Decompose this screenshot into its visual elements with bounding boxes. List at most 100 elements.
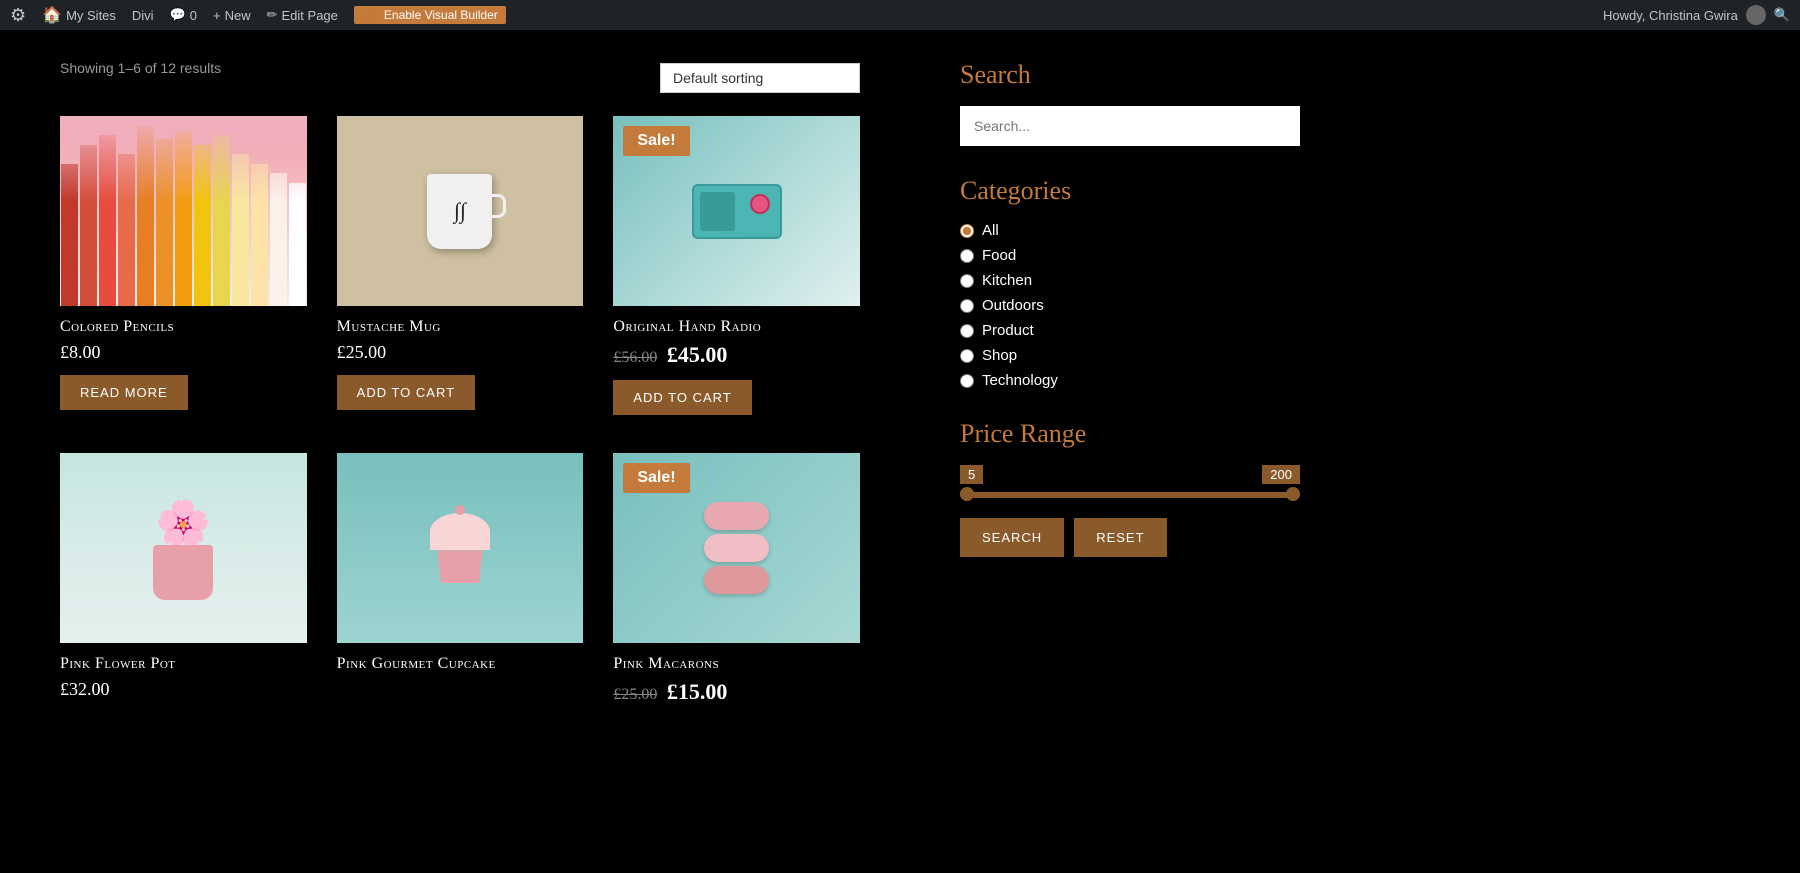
howdy-text: Howdy, Christina Gwira: [1603, 8, 1738, 23]
add-to-cart-mustache-mug[interactable]: ADD TO CART: [337, 375, 475, 410]
price-range-section: Price Range 5 200 SEARCH RESET: [960, 419, 1300, 557]
comment-count: 0: [190, 8, 197, 23]
product-price-pink-flower-pot: £32.00: [60, 679, 307, 700]
divi-label: Divi: [132, 8, 154, 23]
mug-art: ∫∫: [337, 116, 584, 306]
price-range-labels: 5 200: [960, 465, 1300, 484]
sale-badge-pink-macarons: Sale!: [623, 463, 689, 493]
sale-badge-original-hand-radio: Sale!: [623, 126, 689, 156]
user-info: Howdy, Christina Gwira 🔍: [1603, 5, 1790, 25]
category-radio-food[interactable]: [960, 249, 974, 263]
new-content-button[interactable]: + New: [213, 8, 251, 23]
price-old-pink-macarons: £25.00: [613, 686, 657, 703]
range-slider-thumb-left[interactable]: [960, 487, 974, 501]
product-image-colored-pencils: [60, 116, 307, 306]
category-label-product: Product: [982, 322, 1034, 339]
comment-icon: 💬: [170, 7, 186, 23]
admin-bar: ⚙ 🏠 My Sites Divi 💬 0 + New ✏ Edit Page …: [0, 0, 1800, 30]
mug-handle: [492, 194, 506, 218]
my-sites-label: My Sites: [66, 8, 116, 23]
add-to-cart-original-hand-radio[interactable]: ADD TO CART: [613, 380, 751, 415]
showing-results: Showing 1–6 of 12 results: [60, 60, 221, 76]
radio-body: [692, 184, 782, 239]
product-card-pink-flower-pot: 🌸 Pink Flower Pot £32.00: [60, 453, 307, 725]
pencil-icon: ✏: [267, 7, 278, 23]
macaron-stack: [704, 502, 769, 594]
category-radio-all[interactable]: [960, 224, 974, 238]
cupcake-bottom: [435, 550, 485, 583]
cupcake-art: [337, 453, 584, 643]
category-label-shop: Shop: [982, 347, 1017, 364]
category-radio-outdoors[interactable]: [960, 299, 974, 313]
flower-emoji: 🌸: [155, 497, 211, 550]
category-item-food[interactable]: Food: [960, 247, 1300, 264]
price-pink-flower-pot: £32.00: [60, 679, 110, 699]
divi-circle-icon: [362, 8, 376, 22]
category-item-product[interactable]: Product: [960, 322, 1300, 339]
product-card-pink-macarons: Sale! Pink Macarons £25.00 £15.00: [613, 453, 860, 725]
product-price-mustache-mug: £25.00: [337, 342, 584, 363]
sort-select[interactable]: Default sorting Sort by popularity Sort …: [660, 63, 860, 93]
divi-menu[interactable]: Divi: [132, 8, 154, 23]
wp-logo[interactable]: ⚙: [10, 5, 26, 26]
flower-pot-shape: [153, 545, 213, 600]
product-name-mustache-mug: Mustache Mug: [337, 318, 584, 336]
category-item-shop[interactable]: Shop: [960, 347, 1300, 364]
flower-art: 🌸: [60, 453, 307, 643]
reset-button[interactable]: RESET: [1074, 518, 1166, 557]
category-item-outdoors[interactable]: Outdoors: [960, 297, 1300, 314]
user-avatar: [1746, 5, 1766, 25]
mug-mustache: ∫∫: [454, 200, 466, 222]
my-sites-menu[interactable]: 🏠 My Sites: [42, 5, 116, 25]
category-label-kitchen: Kitchen: [982, 272, 1032, 289]
category-radio-kitchen[interactable]: [960, 274, 974, 288]
macaron-bot: [704, 566, 769, 594]
product-price-pink-macarons: £25.00 £15.00: [613, 679, 860, 705]
flower-composition: 🌸: [153, 497, 213, 600]
search-section: Search: [960, 60, 1300, 146]
range-slider-thumb-right[interactable]: [1286, 487, 1300, 501]
product-card-original-hand-radio: Sale! Original Hand Radio £56.00 £45.00: [613, 116, 860, 423]
category-item-all[interactable]: All: [960, 222, 1300, 239]
category-radio-shop[interactable]: [960, 349, 974, 363]
macaron-top: [704, 502, 769, 530]
cupcake-cherry: [455, 505, 465, 515]
product-image-pink-gourmet-cupcake: [337, 453, 584, 643]
radio-speaker: [700, 192, 735, 231]
category-radio-technology[interactable]: [960, 374, 974, 388]
macaron-mid: [704, 534, 769, 562]
price-max-label: 200: [1262, 465, 1300, 484]
my-sites-icon: 🏠: [42, 5, 62, 25]
read-more-colored-pencils[interactable]: READ MORE: [60, 375, 188, 410]
price-sale-pink-macarons: £15.00: [667, 679, 728, 704]
product-card-pink-gourmet-cupcake: Pink Gourmet Cupcake: [337, 453, 584, 725]
product-info-original-hand-radio: Original Hand Radio £56.00 £45.00 ADD TO…: [613, 306, 860, 423]
search-price-button[interactable]: SEARCH: [960, 518, 1064, 557]
category-item-technology[interactable]: Technology: [960, 372, 1300, 389]
categories-section: Categories All Food Kitchen Outdoors: [960, 176, 1300, 389]
category-label-technology: Technology: [982, 372, 1058, 389]
product-image-pink-macarons: Sale!: [613, 453, 860, 643]
search-icon-admin[interactable]: 🔍: [1774, 7, 1790, 23]
category-radio-product[interactable]: [960, 324, 974, 338]
product-card-mustache-mug: ∫∫ Mustache Mug £25.00 ADD TO CART: [337, 116, 584, 423]
price-buttons: SEARCH RESET: [960, 518, 1300, 557]
price-sale-original-hand-radio: £45.00: [667, 342, 728, 367]
product-image-original-hand-radio: Sale!: [613, 116, 860, 306]
product-name-pink-gourmet-cupcake: Pink Gourmet Cupcake: [337, 655, 584, 673]
comments-counter[interactable]: 💬 0: [170, 7, 197, 23]
category-label-outdoors: Outdoors: [982, 297, 1044, 314]
categories-list: All Food Kitchen Outdoors Product: [960, 222, 1300, 389]
products-grid: Colored Pencils £8.00 READ MORE ∫∫: [60, 116, 860, 725]
page-wrapper: Showing 1–6 of 12 results Default sortin…: [0, 30, 1800, 755]
cupcake-shape: [430, 513, 490, 583]
category-label-all: All: [982, 222, 999, 239]
enable-visual-builder-button[interactable]: Enable Visual Builder: [354, 6, 506, 24]
category-item-kitchen[interactable]: Kitchen: [960, 272, 1300, 289]
price-old-original-hand-radio: £56.00: [613, 349, 657, 366]
categories-title: Categories: [960, 176, 1300, 206]
product-price-original-hand-radio: £56.00 £45.00: [613, 342, 860, 368]
product-name-colored-pencils: Colored Pencils: [60, 318, 307, 336]
edit-page-button[interactable]: ✏ Edit Page: [267, 7, 338, 23]
search-input[interactable]: [960, 106, 1300, 146]
